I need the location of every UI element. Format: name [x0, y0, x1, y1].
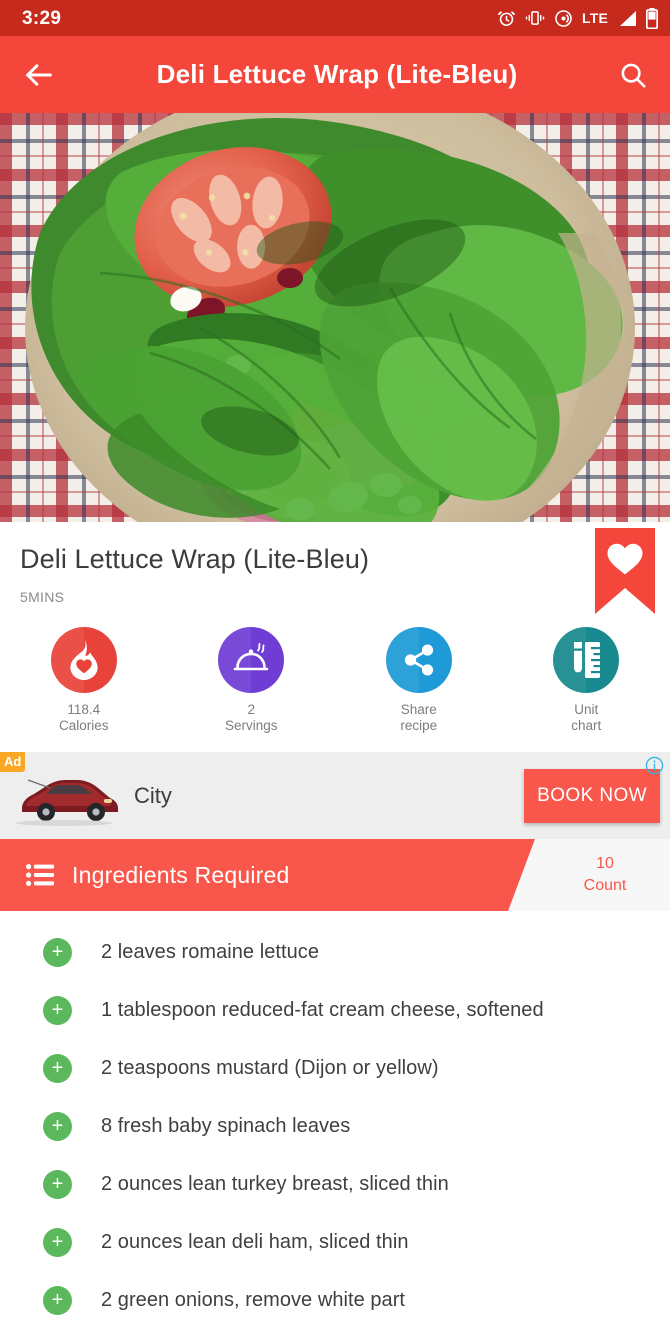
ingredient-row[interactable]: + 2 teaspoons mustard (Dijon or yellow) [0, 1039, 670, 1097]
ingredients-count-value: 10 [596, 855, 614, 873]
ingredient-text: 2 teaspoons mustard (Dijon or yellow) [101, 1056, 439, 1079]
stat-servings[interactable]: 2 Servings [168, 627, 336, 734]
ingredients-count-label: Count [583, 877, 627, 895]
plus-icon[interactable]: + [43, 1169, 72, 1199]
plus-icon[interactable]: + [43, 1285, 72, 1315]
ingredient-row[interactable]: + 2 green onions, remove white part [0, 1271, 670, 1329]
recipe-title: Deli Lettuce Wrap (Lite-Bleu) [20, 544, 370, 574]
stat-calories-label: 118.4 Calories [59, 702, 109, 734]
plus-icon[interactable]: + [43, 995, 72, 1025]
ad-banner[interactable]: Ad City BOOK NOW [0, 752, 670, 840]
vibrate-icon [525, 9, 545, 27]
heart-bookmark-icon[interactable] [595, 528, 655, 614]
stat-servings-label: 2 Servings [225, 702, 278, 734]
stat-calories[interactable]: 118.4 Calories [0, 627, 168, 734]
lte-label: LTE [581, 10, 608, 26]
stat-calories-caption: Calories [58, 718, 109, 734]
search-icon[interactable] [618, 60, 648, 90]
stat-share-label: Share recipe [400, 702, 437, 734]
stat-share[interactable]: Share recipe [335, 627, 503, 734]
ruler-pencil-icon [553, 627, 620, 694]
battery-icon [646, 7, 658, 29]
hotspot-icon [554, 9, 573, 28]
ingredient-text: 2 green onions, remove white part [101, 1288, 406, 1311]
ingredient-row[interactable]: + 2 leaves romaine lettuce [0, 923, 670, 981]
stat-servings-caption: Servings [224, 718, 278, 734]
app-bar: Deli Lettuce Wrap (Lite-Bleu) [0, 36, 670, 113]
recipe-summary: Deli Lettuce Wrap (Lite-Bleu) 5MINS 118.… [0, 522, 670, 735]
book-now-button[interactable]: BOOK NOW [524, 768, 660, 823]
recipe-stats: 118.4 Calories 2 Servings Share recipe U… [0, 605, 670, 734]
flame-heart-icon [50, 627, 117, 694]
cloche-icon [218, 627, 285, 694]
status-time: 3:29 [22, 7, 62, 29]
ingredients-count: 10 Count [540, 839, 670, 911]
ad-content: City BOOK NOW [0, 752, 670, 839]
plus-icon[interactable]: + [43, 937, 72, 967]
signal-icon [617, 10, 637, 27]
ingredient-row[interactable]: + 1 tablespoon reduced-fat cream cheese,… [0, 981, 670, 1039]
share-icon [385, 627, 452, 694]
ingredient-text: 8 fresh baby spinach leaves [101, 1114, 351, 1137]
page-title: Deli Lettuce Wrap (Lite-Bleu) [156, 59, 518, 89]
stat-calories-value: 118.4 [67, 702, 101, 718]
stat-unit-chart-value: Unit [574, 702, 599, 718]
status-icon-tray: LTE [497, 7, 658, 29]
ingredient-text: 2 leaves romaine lettuce [101, 940, 319, 963]
plus-icon[interactable]: + [43, 1053, 72, 1083]
ingredients-list: + 2 leaves romaine lettuce + 1 tablespoo… [0, 911, 670, 1330]
info-icon[interactable] [645, 756, 664, 775]
ingredient-row[interactable]: + 2 ounces lean deli ham, sliced thin [0, 1213, 670, 1271]
ingredient-row[interactable]: + 8 fresh baby spinach leaves [0, 1097, 670, 1155]
stat-share-caption: recipe [400, 718, 438, 734]
plus-icon[interactable]: + [43, 1227, 72, 1257]
ingredients-section-header: Ingredients Required 10 Count [0, 839, 670, 912]
car-icon [8, 766, 118, 826]
stat-unit-chart-caption: chart [571, 718, 602, 734]
ingredient-text: 1 tablespoon reduced-fat cream cheese, s… [101, 998, 544, 1021]
ingredient-row[interactable]: + 2 ounces lean turkey breast, sliced th… [0, 1155, 670, 1213]
stat-unit-chart[interactable]: Unit chart [503, 627, 670, 734]
ad-badge: Ad [0, 752, 26, 773]
recipe-hero-image [0, 113, 670, 522]
bullet-list-icon [26, 864, 54, 887]
alarm-icon [497, 9, 516, 28]
ingredient-text: 2 ounces lean turkey breast, sliced thin [101, 1172, 449, 1195]
ingredient-text: 2 ounces lean deli ham, sliced thin [101, 1230, 409, 1253]
ad-product-name: City [134, 782, 172, 808]
plus-icon[interactable]: + [43, 1111, 72, 1141]
back-arrow-icon[interactable] [22, 58, 56, 92]
stat-share-value: Share [400, 702, 437, 718]
recipe-time: 5MINS [20, 589, 65, 606]
recipe-detail-screen: 3:29 LTE Deli Lettuce Wrap (Lite-Bleu) D… [0, 0, 670, 1340]
stat-unit-chart-label: Unit chart [571, 702, 601, 734]
section-title: Ingredients Required [72, 861, 290, 888]
status-bar: 3:29 LTE [0, 0, 670, 36]
stat-servings-value: 2 [247, 702, 255, 718]
